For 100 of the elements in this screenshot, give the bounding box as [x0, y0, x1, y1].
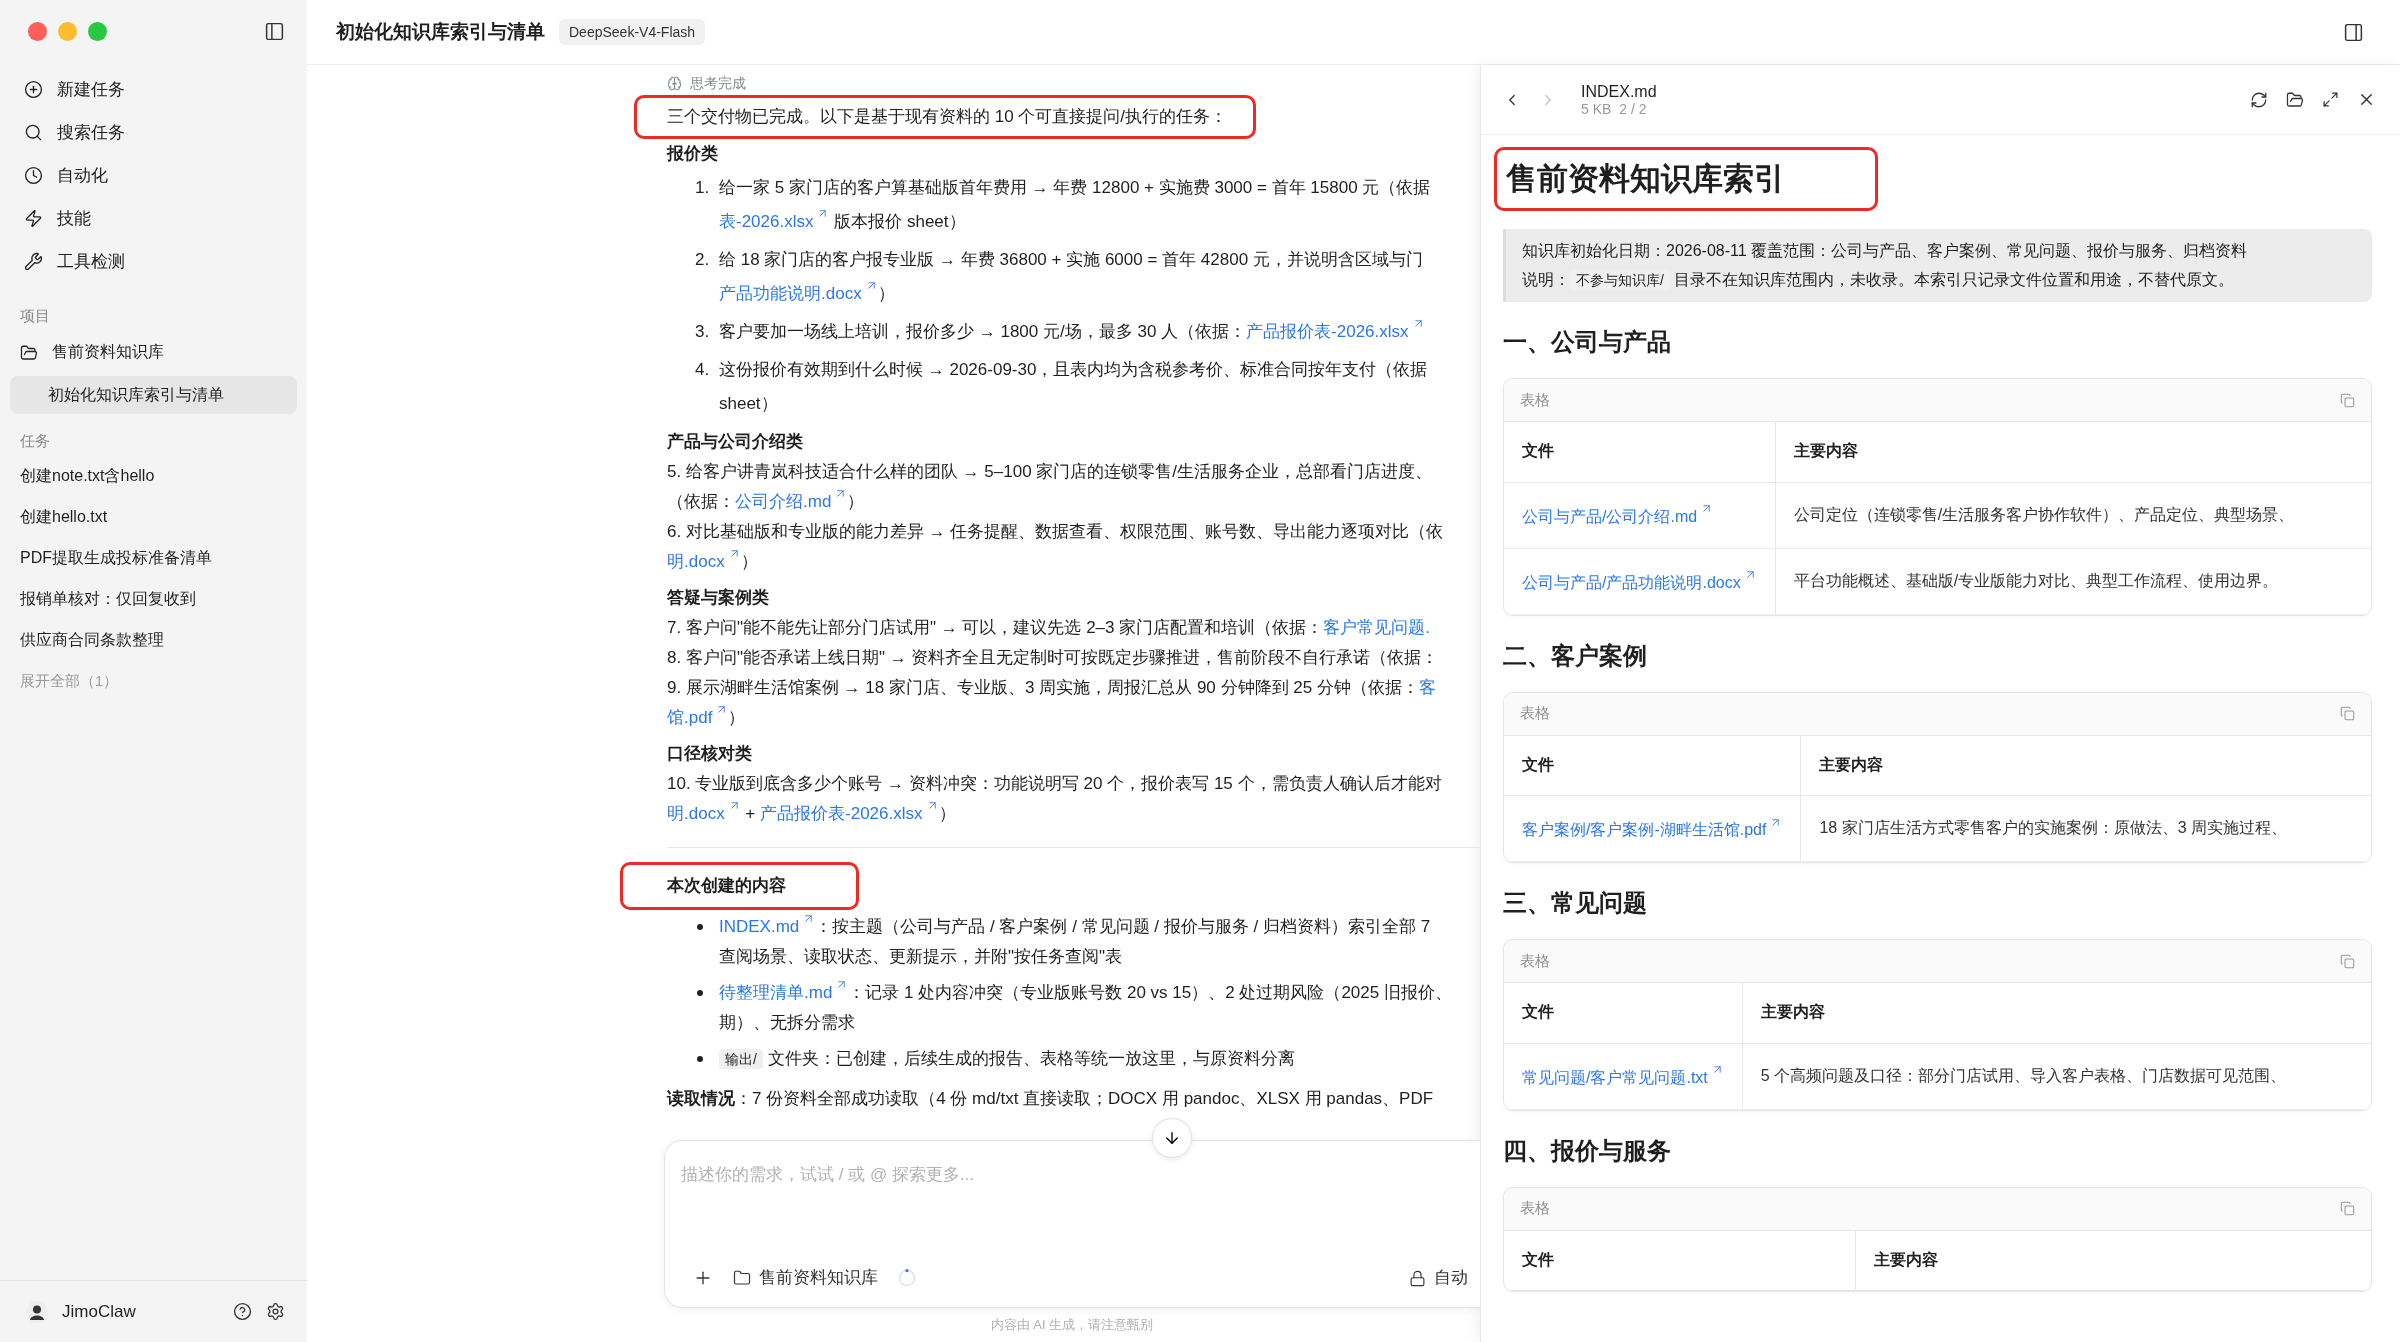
file-link[interactable]: 公司介绍.md: [735, 492, 848, 511]
message-input[interactable]: 描述你的需求，试试 / 或 @ 探索更多... 售前资料知识库 自动: [664, 1140, 1480, 1308]
folder-icon: [20, 343, 38, 362]
refresh-icon: [2250, 90, 2268, 109]
section-label: 任务: [19, 431, 51, 451]
file-link[interactable]: 公司与产品/产品功能说明.docx: [1522, 573, 1757, 591]
list-item-text: 5. 给客户讲青岚科技适合什么样的团队 → 5–100 家门店的连锁零售/生活服务企业，总部看门店进度、 （依据：公司介绍.md ）: [667, 461, 1434, 513]
task-item[interactable]: 供应商合同条款整理: [10, 620, 297, 661]
section-heading: 一、公司与产品: [1503, 327, 1672, 357]
close-window-button[interactable]: [28, 21, 47, 41]
expand-button[interactable]: [2322, 91, 2339, 108]
list-number: 3.: [695, 321, 711, 343]
arrow-down-icon: [1163, 1129, 1181, 1147]
nav-item[interactable]: 自动化: [10, 154, 297, 197]
column-header: 文件: [1504, 735, 1801, 796]
task-item[interactable]: 报销单核对：仅回复收到: [10, 579, 297, 620]
expand-all-link[interactable]: 展开全部（1）: [10, 661, 297, 702]
settings-icon: [266, 1302, 285, 1321]
task-item[interactable]: 创建note.txt含hello: [10, 456, 297, 497]
file-link[interactable]: 产品功能说明.docx: [719, 284, 878, 303]
group-title: 口径核对类: [667, 743, 753, 765]
file-link[interactable]: 明.docx: [667, 804, 741, 823]
table-label: 表格: [1520, 704, 1550, 723]
list-item-text: 客户要加一场线上培训，报价多少 → 1800 元/场，最多 30 人（依据：产品报价表-2026.xlsx: [719, 315, 1425, 349]
list-item-text: 7. 客户问"能不能先让部分门店试用" → 可以，建议先选 2–3 家门店配置和培训（依据：客户常见问题.: [667, 617, 1431, 639]
panel-toggle-button[interactable]: [2343, 21, 2364, 43]
chat-title: 初始化知识库索引与清单: [336, 20, 545, 44]
help-icon: [233, 1302, 252, 1321]
file-name: INDEX.md: [1581, 82, 1658, 101]
section-heading: 本次创建的内容: [667, 876, 786, 895]
file-link[interactable]: 待整理清单.md: [719, 983, 849, 1002]
list-item-text: 待整理清单.md ：记录 1 处内容冲突（专业版账号数 20 vs 15）、2 处过期风险（2025 旧报价、 期）、无拆分需求: [719, 978, 1452, 1038]
list-item-text: 10. 专业版到底含多少个账号 → 资料冲突：功能说明写 20 个，报价表写 15 个，需负责人确认后才能对 明.docx + 产品报价表-2026.xlsx ）: [667, 773, 1443, 825]
lightning-icon: [24, 209, 43, 228]
table-cell: 平台功能概述、基础版/专业版能力对比、典型工作流程、使用边界。: [1775, 548, 2371, 614]
file-size: 5 KB: [1581, 100, 1612, 117]
list-number: 4.: [695, 359, 711, 381]
group-title: 报价类: [667, 143, 719, 165]
refresh-button[interactable]: [2250, 90, 2268, 109]
copy-icon: [2340, 392, 2355, 408]
nav-item[interactable]: 技能: [10, 197, 297, 240]
file-link[interactable]: 产品报价表-2026.xlsx: [760, 804, 939, 823]
file-link[interactable]: INDEX.md: [719, 917, 816, 936]
file-link[interactable]: 表-2026.xlsx: [719, 212, 830, 231]
copy-icon: [2340, 953, 2355, 969]
project-task-item[interactable]: 初始化知识库索引与清单: [10, 376, 297, 414]
project-selector[interactable]: 售前资料知识库: [733, 1267, 878, 1289]
file-link[interactable]: 馆.pdf: [667, 708, 729, 727]
folder-icon: [733, 1269, 751, 1287]
thinking-status: 思考完成: [690, 74, 746, 93]
file-link[interactable]: 明.docx: [667, 552, 741, 571]
loading-spinner-icon: [898, 1269, 916, 1287]
file-link[interactable]: 常见问题/客户常见问题.txt: [1522, 1068, 1724, 1086]
page-counter: 2 / 2: [1619, 100, 1647, 117]
file-link[interactable]: 客户案例/客户案例-湖畔生活馆.pdf: [1522, 821, 1783, 839]
list-item-text: 给一家 5 家门店的客户算基础版首年费用 → 年费 12800 + 实施费 3000 = 首年 15800 元（依据 表-2026.xlsx 版本报价 sheet）: [719, 177, 1431, 233]
list-item-text: 给 18 家门店的客户报专业版 → 年费 36800 + 实施 6000 = 首年 42800 元，并说明含区域与门 产品功能说明.docx ）: [719, 249, 1423, 305]
scroll-down-button[interactable]: [1152, 1118, 1192, 1158]
table-label: 表格: [1520, 1199, 1550, 1218]
list-item-text: 9. 展示湖畔生活馆案例 → 18 家门店、专业版、3 周实施，周报汇总从 90 分钟降到 25 分钟（依据：客 馆.pdf ）: [667, 677, 1437, 729]
section-heading: 二、客户案例: [1503, 640, 1648, 671]
disclaimer-text: 内容由 AI 生成，请注意甄别: [990, 1316, 1154, 1334]
search-icon: [24, 123, 43, 142]
open-folder-button[interactable]: [2286, 90, 2304, 109]
mode-selector[interactable]: 自动: [1409, 1267, 1468, 1289]
info-text: 说明： 不参与知识库/ 目录不在知识库范围内，未收录。本索引只记录文件位置和用途，不替代原文。: [1522, 269, 2236, 292]
sidebar-icon: [2343, 21, 2364, 43]
table-cell: 公司定位（连锁零售/生活服务客户协作软件）、产品定位、典型场景、: [1775, 482, 2371, 548]
info-text: 知识库初始化日期：2026-08-11 覆盖范围：公司与产品、客户案例、常见问题、报价与服务、归档资料: [1522, 241, 2249, 261]
task-item[interactable]: 创建hello.txt: [10, 497, 297, 538]
nav-item[interactable]: 搜索任务: [10, 111, 297, 154]
file-link[interactable]: 客户常见问题.: [1323, 618, 1430, 637]
file-link[interactable]: 产品报价表-2026.xlsx: [1246, 322, 1425, 341]
inline-code: 输出/: [719, 1049, 763, 1069]
file-link[interactable]: 公司与产品/公司介绍.md: [1522, 507, 1714, 525]
group-title: 答疑与案例类: [667, 587, 770, 609]
column-header: 文件: [1504, 422, 1776, 482]
table-cell: 5 个高频问题及口径：部分门店试用、导入客户表格、门店数据可见范围、: [1742, 1043, 2371, 1109]
nav-item[interactable]: 新建任务: [10, 68, 297, 111]
intro-text: 三个交付物已完成。以下是基于现有资料的 10 个可直接提问/执行的任务：: [667, 107, 1228, 126]
expand-icon: [2322, 91, 2339, 108]
model-badge: DeepSeek-V4-Flash: [559, 19, 706, 45]
list-number: 2.: [695, 249, 711, 271]
folder-icon: [2286, 90, 2304, 109]
settings-button[interactable]: [266, 1302, 285, 1321]
list-number: 1.: [695, 177, 711, 199]
project-item[interactable]: 售前资料知识库: [10, 331, 297, 374]
list-item-text: INDEX.md ：按主题（公司与产品 / 客户案例 / 常见问题 / 报价与服务 / 归档资料）索引全部 7 查阅场景、读取状态、更新提示，并附"按任务查阅"表: [719, 912, 1431, 972]
sidebar-toggle-button[interactable]: [264, 20, 285, 42]
column-header: 文件: [1504, 1230, 1856, 1291]
table-label: 表格: [1520, 390, 1550, 410]
file-link[interactable]: 客: [1418, 678, 1436, 697]
wrench-icon: [24, 252, 43, 271]
list-item-text: 8. 客户问"能否承诺上线日期" → 资料齐全且无定制时可按既定步骤推进，售前阶段不自行承诺（依据：: [667, 647, 1440, 669]
help-button[interactable]: [233, 1302, 252, 1321]
task-item[interactable]: PDF提取生成投标准备清单: [10, 538, 297, 579]
sidebar-icon: [264, 20, 285, 42]
nav-item[interactable]: 工具检测: [10, 240, 297, 283]
clock-icon: [24, 166, 43, 185]
document-title: 售前资料知识库索引: [1506, 161, 1785, 196]
